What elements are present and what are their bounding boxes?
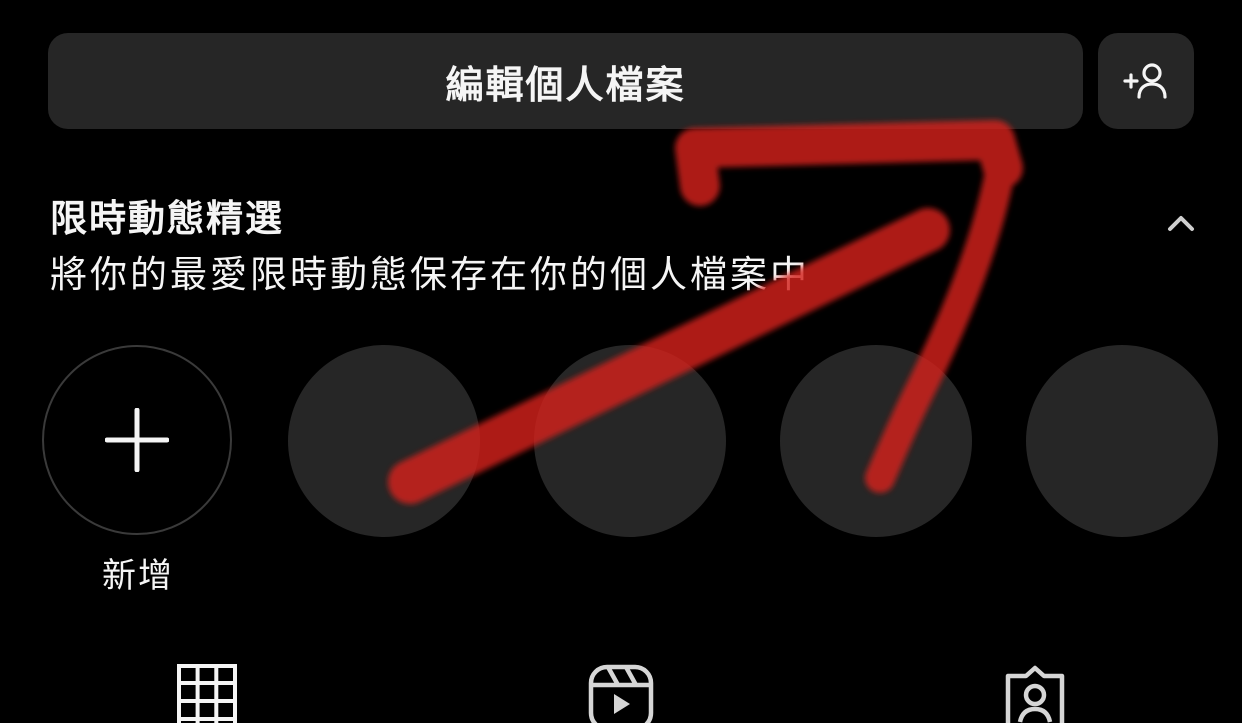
- tagged-icon[interactable]: [1002, 664, 1068, 723]
- highlight-placeholder: [780, 345, 972, 537]
- highlight-placeholder: [534, 345, 726, 537]
- highlight-placeholder: [1026, 345, 1218, 537]
- add-person-button[interactable]: [1098, 33, 1194, 129]
- plus-icon: [105, 408, 169, 472]
- highlight-placeholder: [288, 345, 480, 537]
- new-highlight-button[interactable]: [42, 345, 232, 535]
- chevron-up-icon[interactable]: [1162, 204, 1200, 242]
- grid-icon[interactable]: [177, 664, 237, 723]
- edit-profile-button[interactable]: 編輯個人檔案: [48, 33, 1083, 129]
- highlights-subtitle: 將你的最愛限時動態保存在你的個人檔案中: [50, 253, 810, 296]
- new-highlight-label: 新增: [102, 556, 174, 596]
- highlights-title: 限時動態精選: [50, 197, 284, 240]
- reels-icon[interactable]: [588, 664, 654, 723]
- add-person-icon: [1123, 63, 1167, 99]
